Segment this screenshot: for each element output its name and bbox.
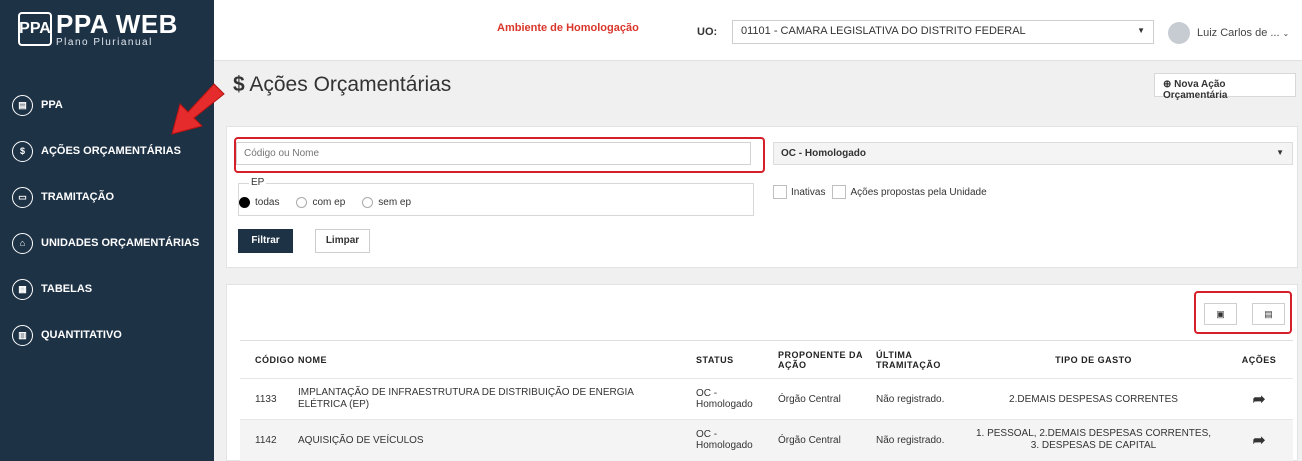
sidebar-item-label: UNIDADES ORÇAMENTÁRIAS (41, 237, 200, 249)
export-excel-button[interactable]: ▤ (1252, 303, 1285, 325)
radio-selected-icon (239, 197, 250, 208)
ep-label: EP (249, 177, 267, 188)
column-header-status: STATUS (696, 340, 778, 379)
environment-label: Ambiente de Homologação (497, 22, 639, 34)
user-menu[interactable]: Luiz Carlos de ... ⌄ (1168, 22, 1289, 44)
name-cell: AQUISIÇÃO DE VEÍCULOS (298, 419, 696, 461)
radio-empty-icon (362, 197, 374, 208)
sidebar-item-label: QUANTITATIVO (41, 329, 122, 341)
proponent-cell: Órgão Central (778, 419, 876, 461)
export-controls: ▣ ▤ (1194, 291, 1292, 334)
status-cell: OC - Homologado (696, 419, 778, 461)
plus-circle-icon: ⊕ (1163, 79, 1172, 90)
actions-table: CÓDIGO NOME STATUS PROPONENTE DA AÇÃO ÚL… (240, 340, 1293, 461)
caret-down-icon: ▼ (1137, 26, 1145, 35)
new-action-button[interactable]: ⊕ Nova Ação Orçamentária (1154, 73, 1296, 101)
dollar-icon: $ (233, 73, 245, 96)
chevron-down-icon: ⌄ (1282, 28, 1290, 38)
proponent-cell: Órgão Central (778, 378, 876, 420)
share-arrow-icon[interactable]: ➦ (1253, 390, 1266, 408)
ep-radio-group: todas com ep sem ep (239, 197, 411, 208)
sidebar-item-label: TRAMITAÇÃO (41, 191, 115, 203)
column-header-name: NOME (298, 340, 696, 379)
share-arrow-icon[interactable]: ➦ (1253, 431, 1266, 449)
avatar (1168, 22, 1190, 44)
caret-down-icon: ▼ (1276, 148, 1284, 157)
radio-empty-icon (296, 197, 308, 208)
sidebar: PPA PPA WEB Plano Plurianual ▤ PPA $ AÇÕES… (0, 0, 214, 461)
page-title: $ Ações Orçamentárias (233, 73, 452, 96)
logo-mark: PPA (18, 12, 52, 46)
inactive-checkbox[interactable] (773, 185, 787, 199)
sidebar-item-label: AÇÕES ORÇAMENTÁRIAS (41, 145, 181, 157)
top-bar: Ambiente de Homologação UO: 01101 - CAMA… (214, 0, 1302, 61)
ep-radio-sem-ep[interactable]: sem ep (362, 197, 411, 208)
filter-button[interactable]: Filtrar (238, 229, 293, 253)
sidebar-item-unidades-orcamentarias[interactable]: ⌂ UNIDADES ORÇAMENTÁRIAS (0, 220, 214, 266)
table-header-row: CÓDIGO NOME STATUS PROPONENTE DA AÇÃO ÚL… (240, 340, 1293, 379)
red-arrow-annotation (171, 83, 225, 135)
dollar-icon: $ (12, 140, 33, 162)
building-icon: ⌂ (12, 232, 33, 254)
clear-button[interactable]: Limpar (315, 229, 370, 253)
pdf-file-icon: ▣ (1216, 308, 1225, 319)
status-select[interactable]: OC - Homologado ▼ (773, 142, 1293, 165)
status-cell: OC - Homologado (696, 378, 778, 420)
column-header-expense-type: TIPO DE GASTO (962, 340, 1225, 379)
uo-label: UO: (697, 26, 718, 38)
last-tramitation-cell: Não registrado. (876, 378, 962, 420)
sidebar-item-label: TABELAS (41, 283, 93, 295)
document-icon: ▤ (12, 94, 33, 116)
ep-radio-todas[interactable]: todas (239, 197, 279, 208)
column-header-last-tramitation: ÚLTIMA TRAMITAÇÃO (876, 340, 962, 379)
filter-panel: OC - Homologado▼ EP todas com ep sem ep … (226, 126, 1298, 268)
table-icon: ▦ (12, 278, 33, 300)
sidebar-item-quantitativo[interactable]: ▥ QUANTITATIVO (0, 312, 214, 358)
table-row[interactable]: 1142 AQUISIÇÃO DE VEÍCULOS OC - Homologa… (240, 419, 1293, 461)
bar-chart-icon: ▥ (12, 324, 33, 346)
sidebar-item-tramitacao[interactable]: ▭ TRAMITAÇÃO (0, 174, 214, 220)
excel-file-icon: ▤ (1264, 308, 1273, 319)
code-cell: 1133 (240, 378, 298, 420)
sidebar-item-label: PPA (41, 99, 63, 111)
inbox-icon: ▭ (12, 186, 33, 208)
proposed-by-unit-checkbox[interactable] (832, 185, 847, 199)
expense-type-cell: 1. PESSOAL, 2.DEMAIS DESPESAS CORRENTES,… (962, 419, 1225, 461)
name-cell: IMPLANTAÇÃO DE INFRAESTRUTURA DE DISTRIB… (298, 378, 696, 420)
app-logo[interactable]: PPA PPA WEB Plano Plurianual (0, 0, 214, 58)
actions-cell: ➦ (1225, 419, 1293, 461)
sidebar-item-tabelas[interactable]: ▦ TABELAS (0, 266, 214, 312)
column-header-actions: AÇÕES (1225, 340, 1293, 379)
table-row[interactable]: 1133 IMPLANTAÇÃO DE INFRAESTRUTURA DE DI… (240, 378, 1293, 420)
last-tramitation-cell: Não registrado. (876, 419, 962, 461)
search-input[interactable] (236, 142, 751, 165)
filter-checkboxes: Inativas Ações propostas pela Unidade (773, 185, 987, 199)
column-header-code: CÓDIGO (240, 340, 298, 379)
uo-select[interactable]: 01101 - CAMARA LEGISLATIVA DO DISTRITO F… (732, 20, 1154, 44)
ep-radio-com-ep[interactable]: com ep (296, 197, 345, 208)
logo-title: PPA WEB (56, 8, 178, 39)
actions-cell: ➦ (1225, 378, 1293, 420)
expense-type-cell: 2.DEMAIS DESPESAS CORRENTES (962, 378, 1225, 420)
logo-subtitle: Plano Plurianual (56, 36, 153, 48)
results-panel: ▣ ▤ CÓDIGO NOME STATUS PROPONENTE DA AÇÃ… (226, 284, 1298, 461)
code-cell: 1142 (240, 419, 298, 461)
column-header-proponent: PROPONENTE DA AÇÃO (778, 340, 876, 379)
export-pdf-button[interactable]: ▣ (1204, 303, 1237, 325)
ep-fieldset: EP todas com ep sem ep (238, 177, 754, 216)
